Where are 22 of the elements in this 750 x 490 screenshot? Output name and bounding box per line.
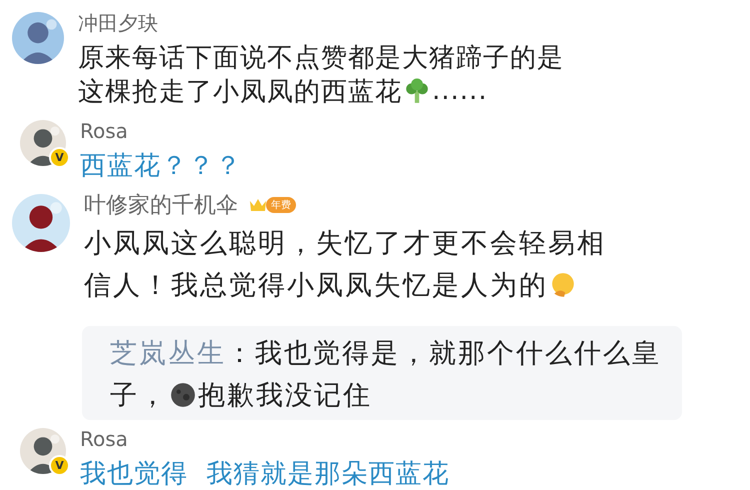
comment-text: 信人！我总觉得小凤凤失忆是人为的 — [84, 269, 548, 303]
username[interactable]: Rosa — [80, 427, 128, 451]
reply-author[interactable]: 芝岚丛生 — [110, 335, 226, 371]
vip-tag: 年费 — [266, 197, 296, 213]
comment-text: 西蓝花？？？ — [80, 150, 242, 182]
reply-text: 子， — [110, 379, 168, 413]
username[interactable]: 冲田夕玦 — [78, 10, 158, 36]
comment-text: 我也觉得 我猜就是那朵西蓝花 — [80, 458, 450, 490]
comment-text: ...... — [432, 76, 488, 106]
comment-text: 小凤凤这么聪明，失忆了才更不会轻易相 — [84, 227, 606, 261]
verified-badge: V — [49, 455, 70, 476]
emoji-icon — [550, 272, 576, 298]
comment-text: 原来每话下面说不点赞都是大猪蹄子的是 — [78, 42, 564, 74]
username[interactable]: 叶修家的千机伞 — [84, 190, 238, 220]
comment-text: 这棵抢走了小凤凤的西蓝花 — [78, 76, 402, 108]
broccoli-icon — [404, 78, 430, 104]
moon-icon — [170, 382, 196, 408]
reply-text: ：我也觉得是，就那个什么什么皇 — [226, 337, 661, 371]
crown-icon — [248, 197, 268, 213]
verified-badge: V — [49, 147, 70, 168]
reply-text: 抱歉我没记住 — [198, 379, 372, 413]
username[interactable]: Rosa — [80, 119, 128, 143]
